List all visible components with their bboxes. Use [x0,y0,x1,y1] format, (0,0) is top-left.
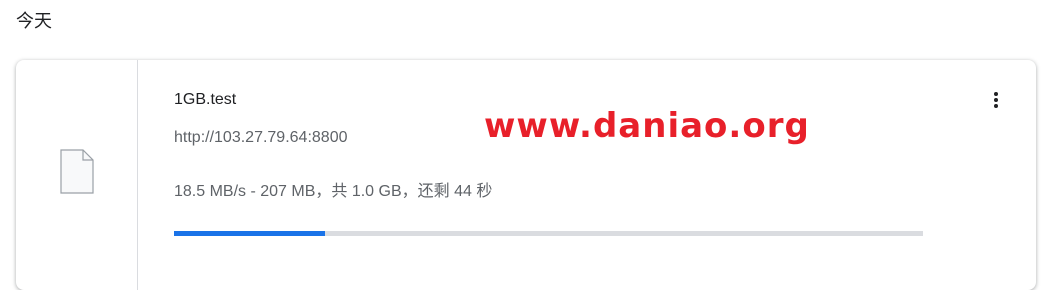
file-name-link[interactable]: 1GB.test [174,89,236,111]
watermark-text: www.daniao.org [484,106,810,146]
download-status: 18.5 MB/s - 207 MB，共 1.0 GB，还剩 44 秒 [174,183,493,200]
download-item: 1GB.test http://103.27.79.64:8800 www.da… [16,60,1036,290]
download-details: 1GB.test http://103.27.79.64:8800 www.da… [174,60,1036,290]
progress-bar [174,231,923,236]
file-icon-column [16,60,138,290]
day-heading: 今天 [16,11,52,32]
more-vertical-icon [984,92,1008,116]
source-url-link[interactable]: http://103.27.79.64:8800 [174,127,347,149]
more-actions-button[interactable] [984,88,1008,112]
file-icon [60,149,94,194]
progress-bar-fill [174,231,326,236]
